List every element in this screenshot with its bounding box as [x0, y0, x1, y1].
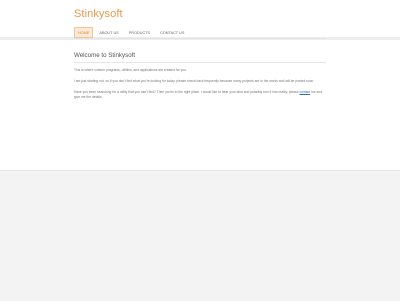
page-title: Welcome to Stinkysoft: [74, 52, 136, 59]
nav-products[interactable]: PRODUCTS: [125, 27, 154, 38]
nav-contact-us[interactable]: CONTACT US: [156, 27, 188, 38]
intro-paragraph: This is where custom programs, utilities…: [74, 68, 187, 72]
nav-about-us[interactable]: ABOUT US: [95, 27, 122, 38]
title-divider: [74, 62, 326, 63]
request-paragraph: Have you been searching for a utility th…: [74, 90, 326, 100]
main-nav: HOME ABOUT US PRODUCTS CONTACT US: [74, 27, 188, 38]
nav-divider: [74, 38, 326, 39]
nav-home[interactable]: HOME: [74, 27, 94, 38]
site-logo[interactable]: Stinkysoft: [74, 8, 123, 20]
main-content: Welcome to Stinkysoft This is where cust…: [74, 52, 326, 106]
request-text: Have you been searching for a utility th…: [74, 90, 299, 94]
contact-link[interactable]: contact: [299, 90, 310, 94]
status-paragraph: I am just starting out, so if you don't …: [74, 79, 315, 83]
footer-area: [0, 170, 400, 301]
